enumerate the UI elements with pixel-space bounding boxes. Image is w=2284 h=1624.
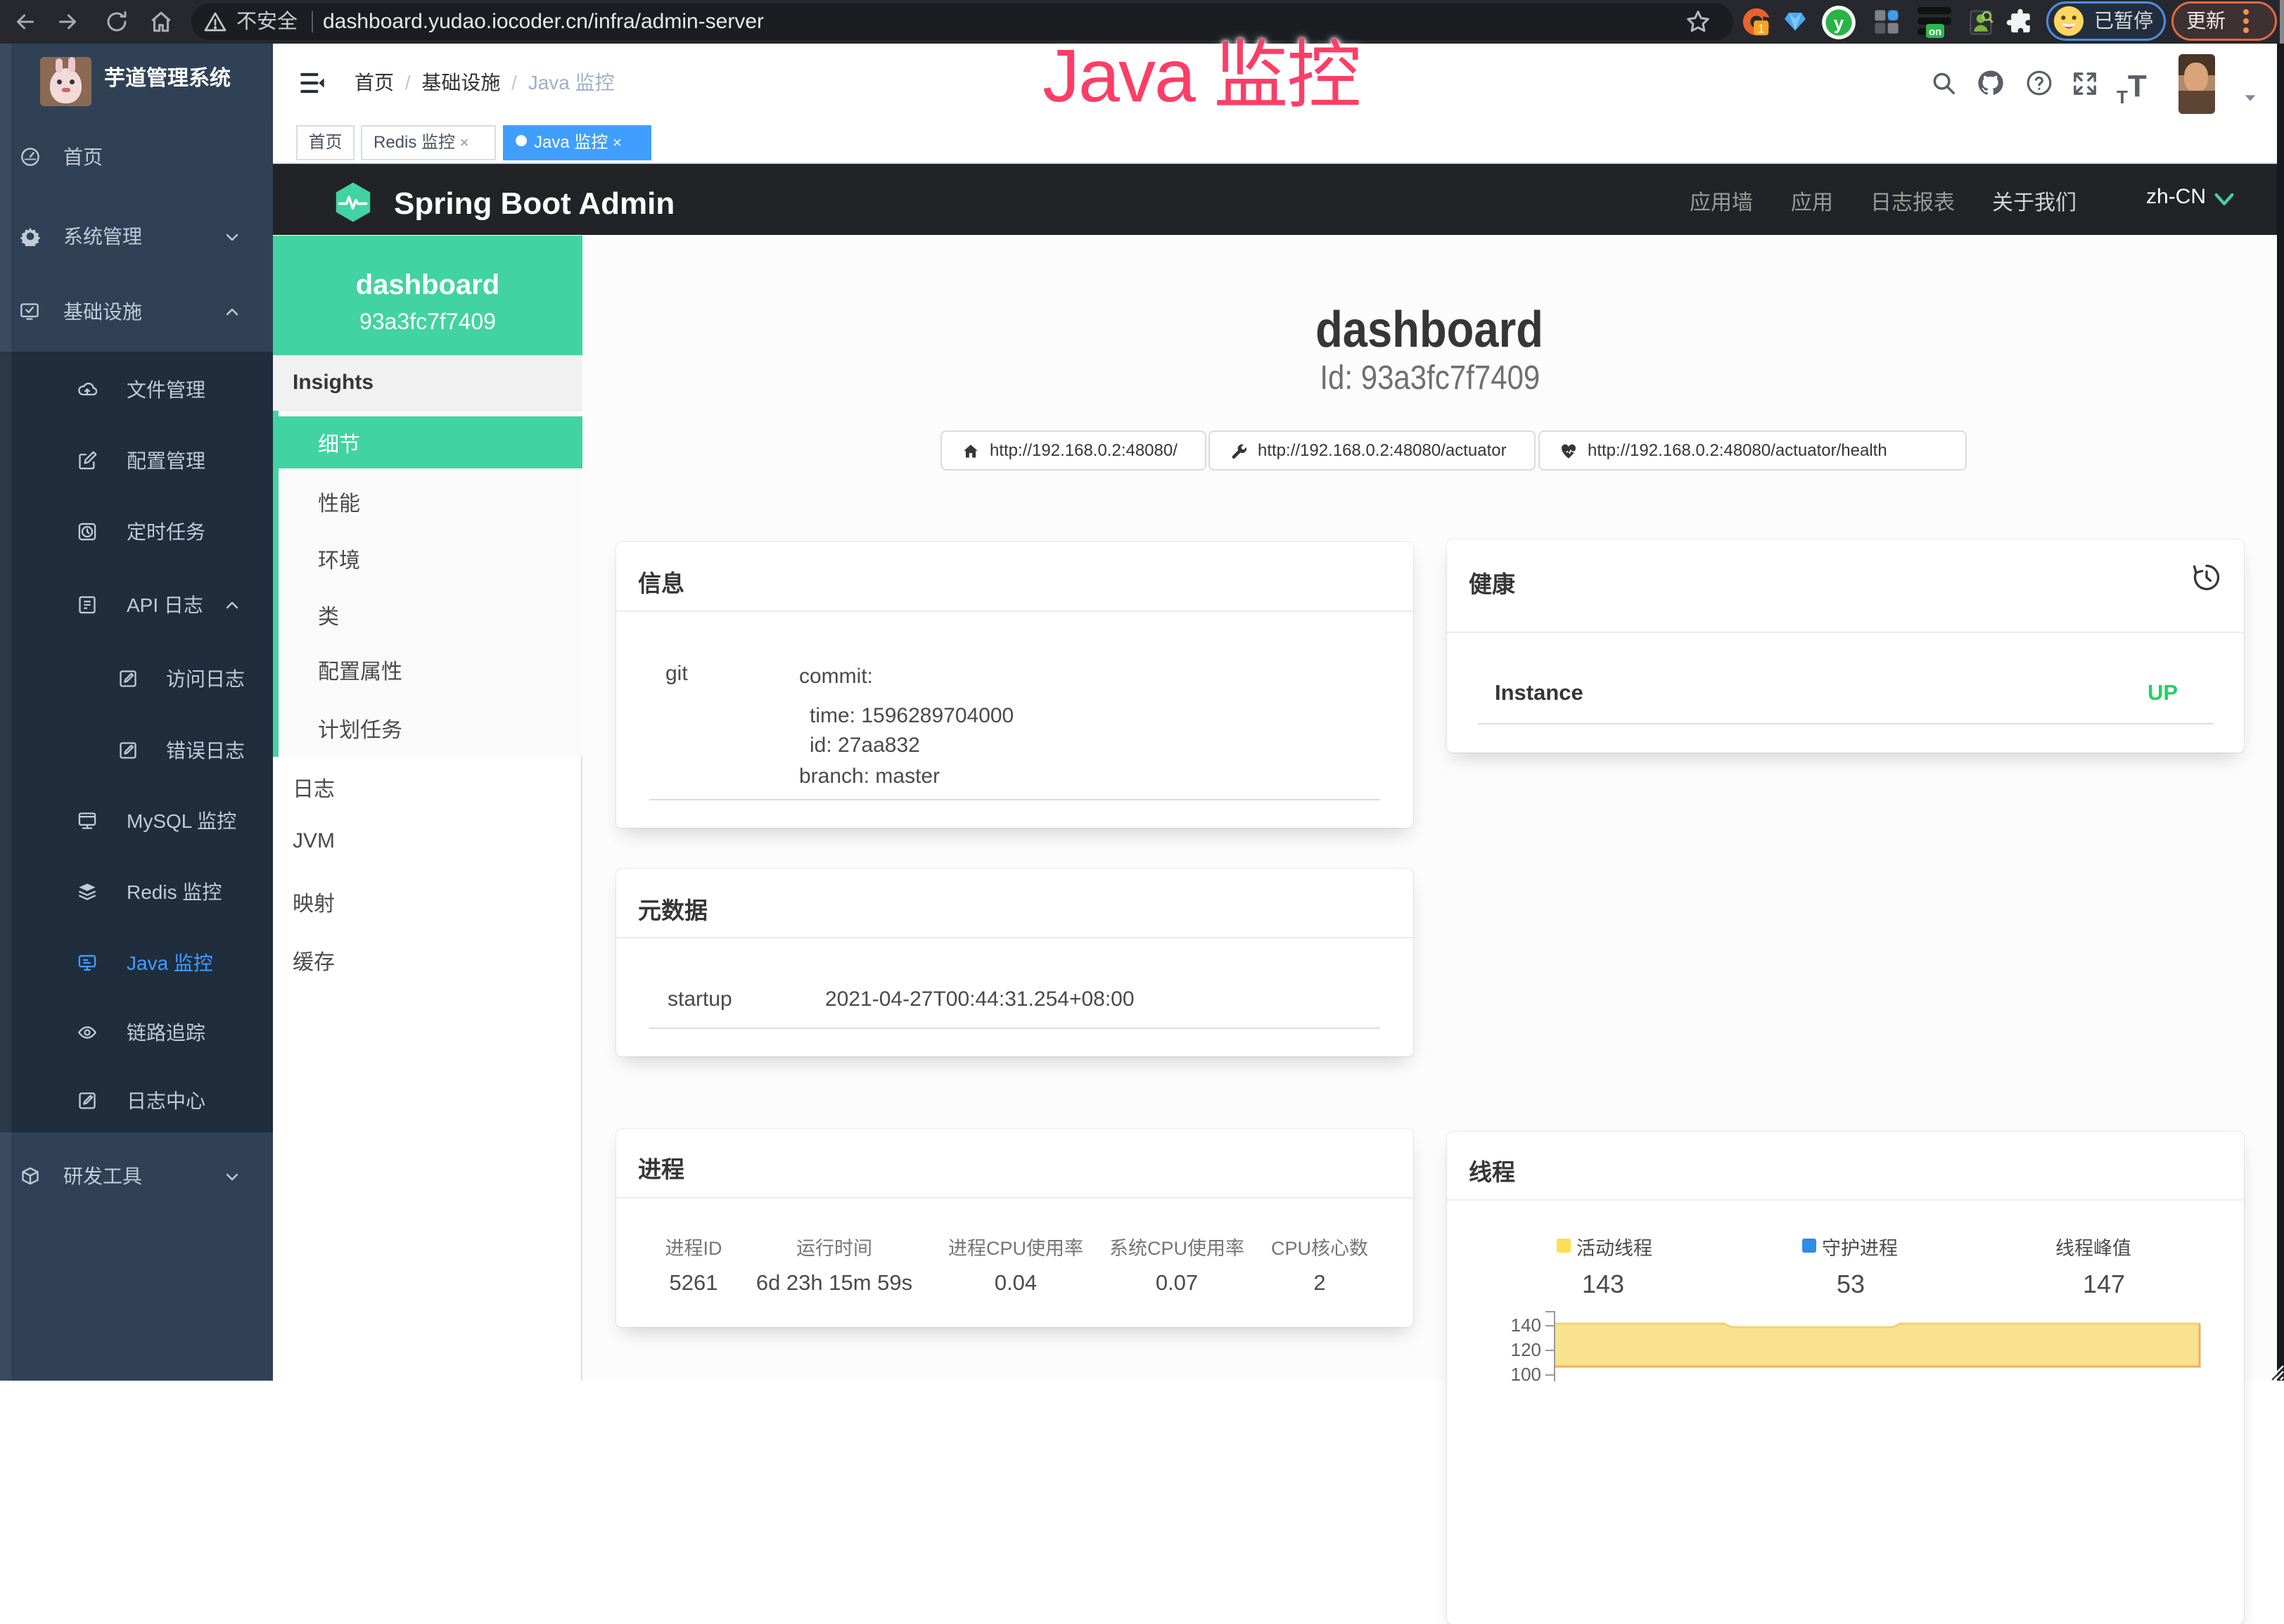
svg-text:1: 1 (1758, 21, 1765, 35)
svg-text:y: y (1834, 13, 1844, 34)
svg-text:on: on (1929, 26, 1941, 38)
